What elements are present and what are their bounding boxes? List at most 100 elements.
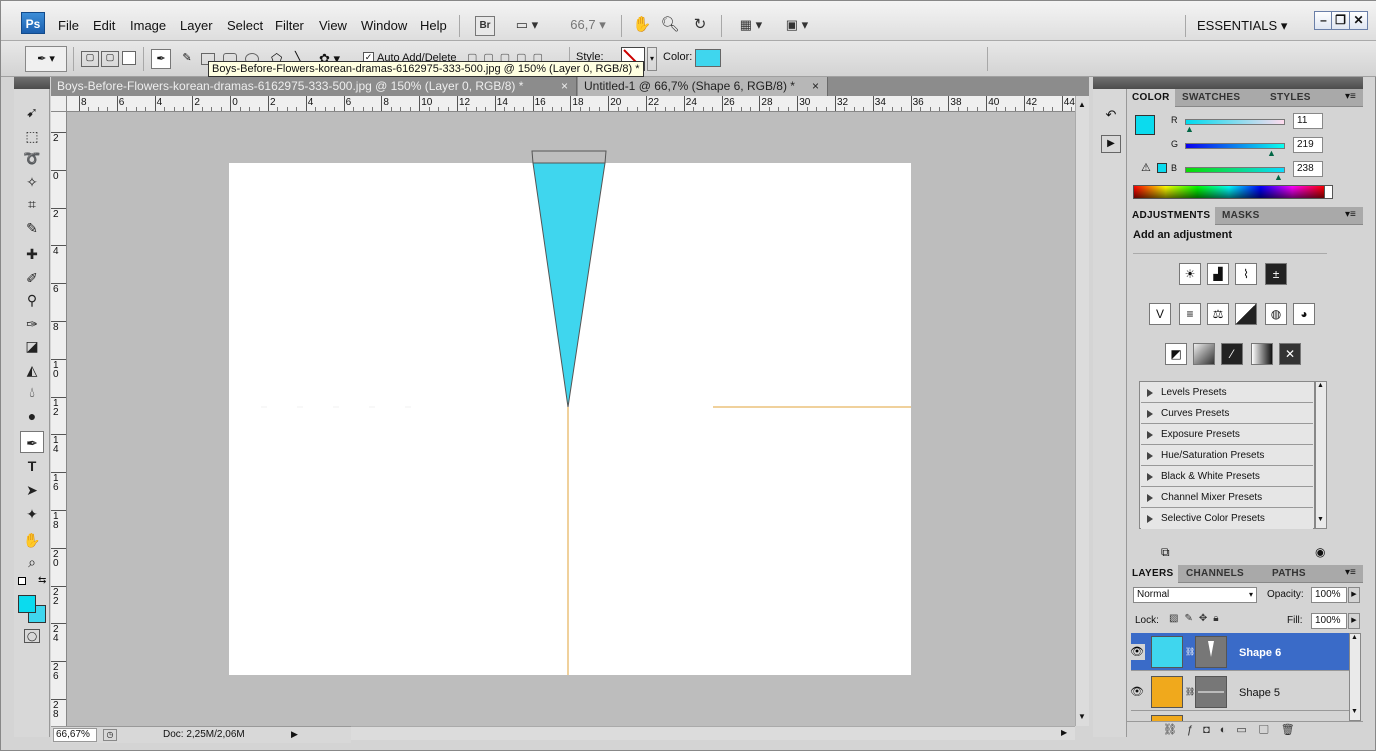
color-spectrum-ramp[interactable] [1133,185,1325,199]
exposure-icon[interactable]: ± [1265,263,1287,285]
quick-mask-icon[interactable]: ◯ [24,629,40,643]
blue-slider-thumb[interactable]: ▲ [1274,172,1283,182]
red-value-field[interactable]: 11 [1293,113,1323,129]
shape-layers-icon[interactable]: ▢ [81,51,99,67]
brightness-contrast-icon[interactable]: ☀ [1179,263,1201,285]
default-colors-icon[interactable] [18,577,26,585]
fill-pixels-icon[interactable] [122,51,136,65]
menu-help[interactable]: Help [420,18,447,33]
scroll-down-arrow[interactable]: ▼ [1351,708,1358,715]
layer-row-shape-6[interactable]: 👁︎ ⛓ Shape 6 [1129,633,1349,671]
clip-to-layer-icon[interactable]: ◉ [1315,545,1325,559]
close-button[interactable]: ✕ [1349,11,1368,30]
tab-close-icon[interactable]: × [812,77,819,96]
color-balance-icon[interactable]: ⚖ [1207,303,1229,325]
vibrance-icon[interactable]: V [1149,303,1171,325]
layer-color-thumbnail[interactable] [1151,636,1183,668]
scroll-down-arrow[interactable]: ▼ [1317,516,1324,523]
scroll-right-arrow[interactable]: ▶ [1061,728,1067,737]
tab-color[interactable]: COLOR [1127,89,1175,107]
zoom-tool-icon[interactable]: 🔍︎ [659,14,681,36]
green-value-field[interactable]: 219 [1293,137,1323,153]
vertical-scrollbar[interactable]: ▲ ▼ [1075,96,1089,726]
restore-button[interactable]: ❐ [1331,11,1350,30]
menu-filter[interactable]: Filter [275,18,304,33]
path-selection-icon[interactable]: ➤ [20,479,44,501]
paint-bucket-icon[interactable]: ◭ [20,359,44,381]
menu-layer[interactable]: Layer [180,18,213,33]
lasso-tool-icon[interactable]: ➰ [20,147,44,169]
minibridge-button[interactable]: ▭ ▾ [509,14,545,36]
zoom-level-dropdown[interactable]: 66,7 ▾ [563,14,613,36]
tab-close-icon[interactable]: × [561,77,568,96]
hand-tool-icon[interactable]: ✋ [631,14,653,36]
channel-mixer-icon[interactable]: ◕ [1293,303,1315,325]
return-to-list-icon[interactable]: ⧉ [1161,545,1170,560]
move-tool-icon[interactable]: ➹ [20,101,44,123]
blue-value-field[interactable]: 238 [1293,161,1323,177]
color-foreground-swatch[interactable] [1135,115,1155,135]
dodge-tool-icon[interactable]: ● [20,405,44,427]
layer-name[interactable]: Shape 5 [1239,687,1280,699]
tab-paths[interactable]: PATHS [1267,565,1311,583]
tab-swatches[interactable]: SWATCHES [1177,89,1245,107]
menu-image[interactable]: Image [130,18,166,33]
layer-footer-icons[interactable]: ⛓ƒ◘◐▭◻🗑︎ [1163,723,1305,736]
brush-tool-icon[interactable]: ✐ [20,267,44,289]
tab-masks[interactable]: MASKS [1217,207,1265,225]
visibility-eye-icon[interactable]: 👁︎ [1129,644,1145,660]
panel-collapse-strip[interactable] [1093,77,1363,89]
panel-menu-icon[interactable]: ▾≡ [1345,91,1356,102]
healing-brush-icon[interactable]: ✚ [20,243,44,265]
curves-icon[interactable]: ⌇ [1235,263,1257,285]
panel-menu-icon[interactable]: ▾≡ [1345,209,1356,220]
invert-icon[interactable]: ◩ [1165,343,1187,365]
paths-icon[interactable]: ▢ [101,51,119,67]
panel-menu-icon[interactable]: ▾≡ [1345,567,1356,578]
crop-tool-icon[interactable]: ⌗ [20,193,44,215]
white-swatch[interactable] [1325,185,1333,199]
threshold-icon[interactable]: ⁄ [1221,343,1243,365]
tab-adjustments[interactable]: ADJUSTMENTS [1127,207,1216,225]
layer-name[interactable]: Shape 6 [1239,647,1281,659]
levels-icon[interactable]: ▟ [1207,263,1229,285]
freeform-pen-icon[interactable]: ✎ [177,49,197,69]
zoom-percentage-field[interactable]: 66,67% [53,728,97,742]
preset-curves[interactable]: Curves Presets [1141,404,1313,424]
visibility-eye-icon[interactable]: 👁︎ [1129,684,1145,700]
menu-file[interactable]: File [58,18,79,33]
actions-panel-icon[interactable]: ▶ [1101,135,1121,153]
custom-shape-tool-icon[interactable]: ✦ [20,503,44,525]
pen-tool-icon[interactable]: ✒ [20,431,44,453]
preset-black-white[interactable]: Black & White Presets [1141,467,1313,487]
opacity-arrow[interactable]: ▶ [1348,587,1360,603]
opacity-field[interactable]: 100% [1311,587,1347,603]
tab-channels[interactable]: CHANNELS [1181,565,1249,583]
preset-hue-saturation[interactable]: Hue/Saturation Presets [1141,446,1313,466]
red-slider[interactable] [1185,119,1285,125]
magic-wand-icon[interactable]: ✧ [20,171,44,193]
lock-options-icons[interactable]: ▧✎✥🔒︎ [1169,613,1225,624]
preset-levels[interactable]: Levels Presets [1141,383,1313,403]
layers-scrollbar[interactable]: ▲ ▼ [1349,633,1361,721]
photo-filter-icon[interactable]: ◍ [1265,303,1287,325]
gamut-swatch[interactable] [1157,163,1167,173]
ruler-origin[interactable] [51,96,67,112]
eyedropper-icon[interactable]: ✎ [20,217,44,239]
zoom-tool-icon[interactable]: ⌕ [20,551,44,573]
pen-tool-icon[interactable]: ✒ [151,49,171,69]
blend-mode-dropdown[interactable]: Normal ▾ [1133,587,1257,603]
gamut-warning-icon[interactable]: ⚠ [1141,161,1151,174]
toolbar-collapse-strip[interactable] [14,77,50,89]
scroll-up-arrow[interactable]: ▲ [1317,382,1324,389]
horizontal-ruler[interactable]: 8 6 4 2 0 2 4 6 8 10 12 14 16 18 20 22 24 26 28 30 32 34 36 38 4… [67,96,1075,112]
menu-view[interactable]: View [319,18,347,33]
blue-slider[interactable] [1185,167,1285,173]
hand-tool-icon[interactable]: ✋ [20,529,44,551]
status-info-icon[interactable]: ◷ [103,729,117,741]
bridge-button[interactable]: Br [475,16,495,36]
eraser-tool-icon[interactable]: ◪ [20,335,44,357]
tab-layers[interactable]: LAYERS [1127,565,1179,583]
scroll-down-arrow[interactable]: ▼ [1078,712,1086,721]
foreground-color-swatch[interactable] [18,595,36,613]
